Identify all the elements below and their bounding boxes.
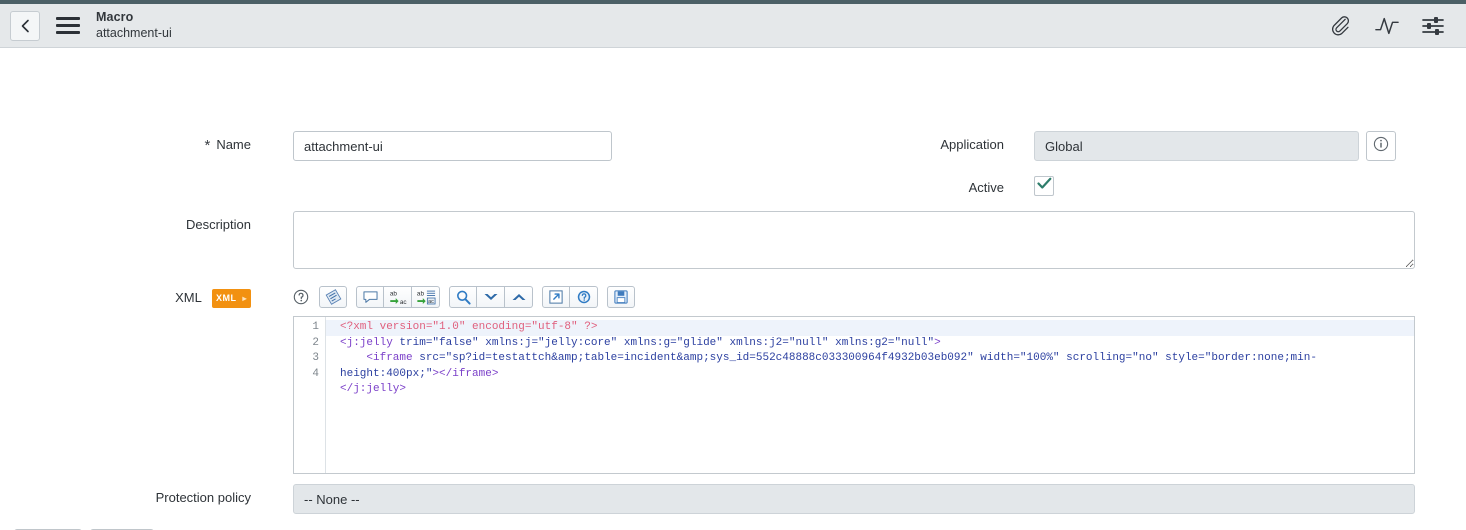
description-textarea[interactable] [293,211,1415,269]
line-number-gutter: 1 2 3 4 [294,317,326,473]
replace-all-icon[interactable]: ab ac [412,286,440,308]
xml-code-editor[interactable]: 1 2 3 4 <?xml version="1.0" encoding="ut… [293,316,1415,474]
field-row-description: Description [0,211,1415,269]
toolbar-group-format [319,286,347,308]
record-type-label: Macro [96,9,134,24]
find-previous-chevron-up-icon[interactable] [505,286,533,308]
field-row-name: * Name [0,131,612,161]
editor-toolbar: ab ac ab ac [293,286,1415,308]
code-line: </j:jelly> [340,382,1414,398]
activity-pulse-icon[interactable] [1374,13,1400,39]
code-token: > [934,336,941,349]
xml-badge-text: XML [215,293,237,303]
xml-type-badge[interactable]: XML ▸ [211,289,251,308]
protection-policy-input[interactable] [293,484,1415,514]
editor-help-icon[interactable] [293,289,309,305]
line-number: 3 [312,352,319,364]
attachment-paperclip-icon[interactable] [1328,13,1354,39]
toolbar-group-save [607,286,635,308]
required-asterisk-icon: * [204,137,211,154]
code-token: <iframe [366,352,420,364]
toolbar-group-view [542,286,598,308]
code-line: <?xml version="1.0" encoding="utf-8" ?> [326,320,1414,336]
app-header: Macro attachment-ui [0,0,1466,48]
badge-arrow-icon: ▸ [242,294,247,303]
page-title: Macro attachment-ui [96,10,1328,41]
chevron-left-icon [20,19,31,33]
field-row-active: Active [890,174,1054,196]
code-token: <j:jelly [340,336,400,349]
field-row-application: Application [890,131,1396,161]
description-label: Description [185,217,251,232]
syntax-help-icon[interactable] [570,286,598,308]
code-token: trim="false" xmlns:j="jelly:core" xmlns:… [399,336,935,349]
field-row-xml: XML XML ▸ ab ac ab ac 1 2 3 4 <?xml vers… [0,286,1415,474]
macro-record-form: * Name Application Active [0,48,1466,530]
svg-text:ab: ab [416,291,424,298]
find-next-chevron-down-icon[interactable] [477,286,505,308]
name-input[interactable] [293,131,612,161]
line-number: 2 [312,336,319,349]
hamburger-menu-icon[interactable] [56,16,80,36]
name-label-text: Name [216,137,251,152]
application-input[interactable] [1034,131,1359,161]
header-icon-group [1328,13,1452,39]
format-code-icon[interactable] [319,286,347,308]
xml-editor: ab ac ab ac 1 2 3 4 <?xml version="1.0" … [293,286,1415,474]
search-magnifier-icon[interactable] [449,286,477,308]
record-name-label: attachment-ui [96,25,172,40]
application-info-button[interactable] [1366,131,1396,161]
toggle-comment-icon[interactable] [356,286,384,308]
info-circle-icon [1373,136,1389,157]
svg-text:ab: ab [389,291,397,298]
code-token: </j:jelly> [340,383,407,395]
code-token: <?xml version="1.0" encoding="utf-8" ?> [340,321,598,333]
active-checkbox[interactable] [1034,176,1054,196]
back-button[interactable] [10,10,40,41]
replace-icon[interactable]: ab ac [384,286,412,308]
application-label: Application [940,137,1004,152]
expand-editor-icon[interactable] [542,286,570,308]
line-number: 1 [312,321,319,333]
active-label: Active [968,180,1004,195]
name-label: * Name [0,131,263,154]
toolbar-group-edit: ab ac ab ac [356,286,440,308]
svg-text:ac: ac [428,299,434,305]
checkmark-icon [1036,177,1052,195]
xml-label: XML XML ▸ [0,286,263,308]
field-row-protection-policy: Protection policy [0,484,1415,514]
toolbar-group-find [449,286,533,308]
form-settings-sliders-icon[interactable] [1420,13,1446,39]
code-token: ></iframe> [432,367,499,380]
xml-label-text: XML [175,290,202,305]
xml-code-content[interactable]: <?xml version="1.0" encoding="utf-8" ?> <… [326,317,1414,473]
line-number: 4 [312,367,319,380]
svg-text:ac: ac [399,299,407,305]
save-floppy-icon[interactable] [607,286,635,308]
code-line: <iframe src="sp?id=testattch&amp;table=i… [340,351,1414,382]
code-line: <j:jelly trim="false" xmlns:j="jelly:cor… [340,336,1414,352]
protection-policy-label: Protection policy [155,490,251,505]
